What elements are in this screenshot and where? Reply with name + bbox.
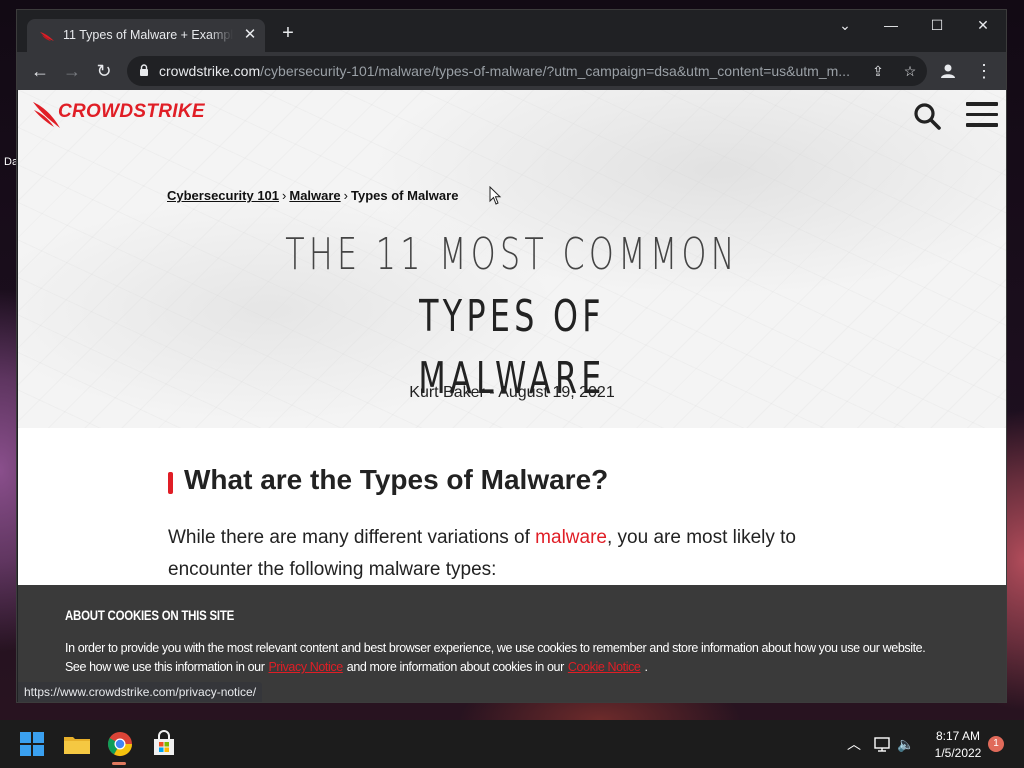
active-app-indicator (112, 762, 126, 765)
browser-toolbar: ← → ↻ crowdstrike.com/cybersecurity-101/… (17, 52, 1006, 90)
show-hidden-icons-icon[interactable]: ︿ (844, 734, 864, 754)
breadcrumb: Cybersecurity 101 › Malware › Types of Malwa… (167, 188, 459, 203)
browser-window: 11 Types of Malware + Examples ✕ + ⌄ — ☐… (17, 10, 1006, 702)
file-explorer-icon[interactable] (61, 728, 93, 760)
network-icon[interactable] (872, 734, 892, 754)
cookie-notice-link[interactable]: Cookie Notice (568, 660, 641, 674)
minimize-icon[interactable]: — (868, 10, 914, 40)
reload-icon[interactable]: ↻ (91, 58, 117, 84)
back-icon[interactable]: ← (27, 58, 53, 84)
site-search-icon[interactable] (913, 102, 941, 130)
crowdstrike-favicon-icon (40, 32, 54, 41)
page-viewport: CROWDSTRIKE Cybersecurity 101 › Malware › Ty… (18, 90, 1006, 702)
address-bar[interactable]: crowdstrike.com/cybersecurity-101/malwar… (127, 56, 927, 86)
new-tab-icon[interactable]: + (279, 23, 297, 43)
start-windows-icon[interactable] (16, 728, 48, 760)
intro-paragraph: While there are many different variation… (168, 527, 797, 580)
browser-menu-icon[interactable]: ⋮ (971, 58, 997, 84)
author-byline: Kurt Baker - August 19, 2021 (409, 384, 615, 401)
notification-badge[interactable]: 1 (988, 736, 1004, 752)
maximize-icon[interactable]: ☐ (914, 10, 960, 40)
breadcrumb-current: Types of Malware (351, 188, 459, 203)
status-bar-url: https://www.crowdstrike.com/privacy-noti… (18, 682, 263, 702)
cookie-banner-text: In order to provide you with the most re… (65, 641, 926, 674)
page-title: THE 11 MOST COMMON TYPES OF MALWARE (285, 229, 739, 404)
clock-date: 1/5/2022 (934, 746, 982, 760)
desktop-icon-label[interactable]: Da (0, 140, 18, 200)
breadcrumb-link-malware[interactable]: Malware (289, 188, 340, 203)
volume-icon[interactable]: 🔈 (896, 734, 916, 754)
cookie-banner-title: ABOUT COOKIES ON THIS SITE (65, 607, 235, 623)
bookmark-star-icon[interactable]: ☆ (901, 62, 919, 80)
close-window-icon[interactable]: ✕ (960, 10, 1006, 40)
breadcrumb-link-cybersecurity-101[interactable]: Cybersecurity 101 (167, 188, 279, 203)
privacy-notice-link[interactable]: Privacy Notice (269, 660, 344, 674)
profile-icon[interactable] (939, 62, 957, 80)
lock-icon[interactable] (139, 64, 149, 76)
taskbar: ︿ 🔈 8:17 AM 1/5/2022 1 (0, 720, 1024, 768)
heading-accent-bar (168, 472, 173, 494)
tab-title: 11 Types of Malware + Examples (63, 28, 233, 42)
hamburger-menu-icon[interactable] (966, 102, 998, 128)
crowdstrike-logo[interactable]: CROWDSTRIKE (32, 100, 212, 132)
clock-time: 8:17 AM (935, 729, 981, 743)
tab-strip: 11 Types of Malware + Examples ✕ + ⌄ — ☐… (17, 10, 1006, 52)
mouse-cursor-icon (489, 186, 502, 205)
system-clock[interactable]: 8:17 AM 1/5/2022 (926, 728, 990, 762)
url-text[interactable]: crowdstrike.com/cybersecurity-101/malwar… (159, 63, 869, 79)
forward-icon[interactable]: → (59, 58, 85, 84)
browser-tab[interactable]: 11 Types of Malware + Examples ✕ (27, 19, 265, 52)
tab-close-icon[interactable]: ✕ (241, 26, 259, 44)
malware-link[interactable]: malware (535, 527, 607, 548)
section-heading: What are the Types of Malware? (184, 464, 609, 495)
chrome-icon[interactable] (104, 728, 136, 760)
tab-search-icon[interactable]: ⌄ (822, 10, 868, 40)
microsoft-store-icon[interactable] (148, 728, 180, 760)
share-icon[interactable]: ⇪ (869, 62, 887, 80)
